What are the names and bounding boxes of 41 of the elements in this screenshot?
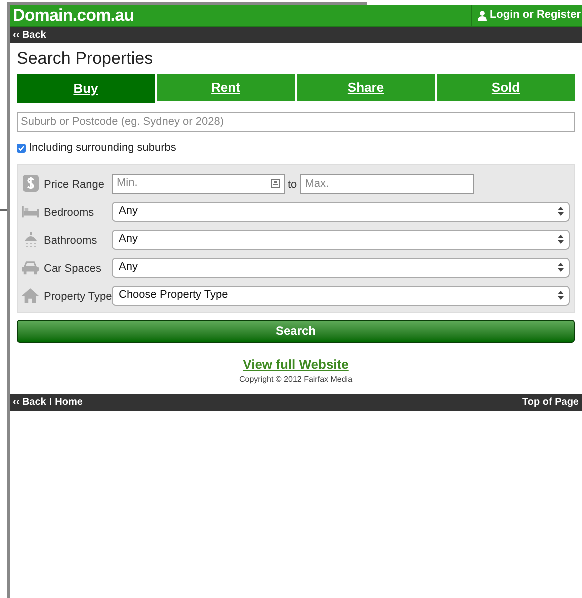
- top-of-page-link[interactable]: Top of Page: [522, 395, 579, 410]
- dropdown[interactable]: Any: [112, 202, 570, 222]
- checkbox[interactable]: [17, 144, 26, 153]
- min-price-field[interactable]: Min.: [112, 174, 285, 194]
- house-icon: [22, 288, 39, 304]
- tab[interactable]: Rent: [155, 74, 295, 103]
- range-separator: to: [288, 178, 298, 193]
- dollar-icon: [22, 175, 38, 192]
- field-label: Price Range: [44, 178, 105, 194]
- login-link[interactable]: Login or Register: [470, 5, 582, 26]
- site-logo[interactable]: Domain.com.au: [10, 7, 134, 24]
- dropdown-arrows-icon: [558, 235, 564, 244]
- tab[interactable]: Share: [295, 74, 435, 103]
- person-icon: [478, 10, 487, 20]
- bed-icon: [22, 206, 39, 218]
- dropdown[interactable]: Any: [112, 258, 570, 278]
- dropdown-arrows-icon: [558, 263, 564, 272]
- dropdown-arrows-icon: [558, 207, 564, 216]
- field-label: Bathrooms: [44, 234, 98, 250]
- dropdown[interactable]: Any: [112, 230, 570, 250]
- tab[interactable]: Buy: [17, 74, 155, 103]
- card-icon: [271, 179, 280, 188]
- field-label: Car Spaces: [44, 262, 102, 278]
- field-label: Property Type: [44, 290, 112, 306]
- home-link[interactable]: Home: [55, 395, 83, 410]
- full-website-link[interactable]: View full Website: [243, 357, 349, 373]
- car-icon: [22, 260, 39, 274]
- suburb-field[interactable]: Suburb or Postcode (eg. Sydney or 2028): [17, 112, 575, 132]
- dropdown[interactable]: Choose Property Type: [112, 286, 570, 306]
- shower-icon: [24, 232, 38, 248]
- link-separator: I: [49, 396, 52, 410]
- page-title: Search Properties: [17, 48, 154, 70]
- tab[interactable]: Sold: [435, 74, 575, 103]
- back-link[interactable]: ‹‹ Back: [13, 395, 46, 410]
- dropdown-arrows-icon: [558, 291, 564, 300]
- field-label: Bedrooms: [44, 206, 94, 222]
- back-link[interactable]: ‹‹ Back: [13, 28, 46, 42]
- copyright-text: Copyright © 2012 Fairfax Media: [239, 374, 353, 386]
- checkbox-label: Including surrounding suburbs: [29, 141, 176, 156]
- max-price-field[interactable]: Max.: [300, 174, 474, 194]
- search-button[interactable]: Search: [17, 320, 575, 342]
